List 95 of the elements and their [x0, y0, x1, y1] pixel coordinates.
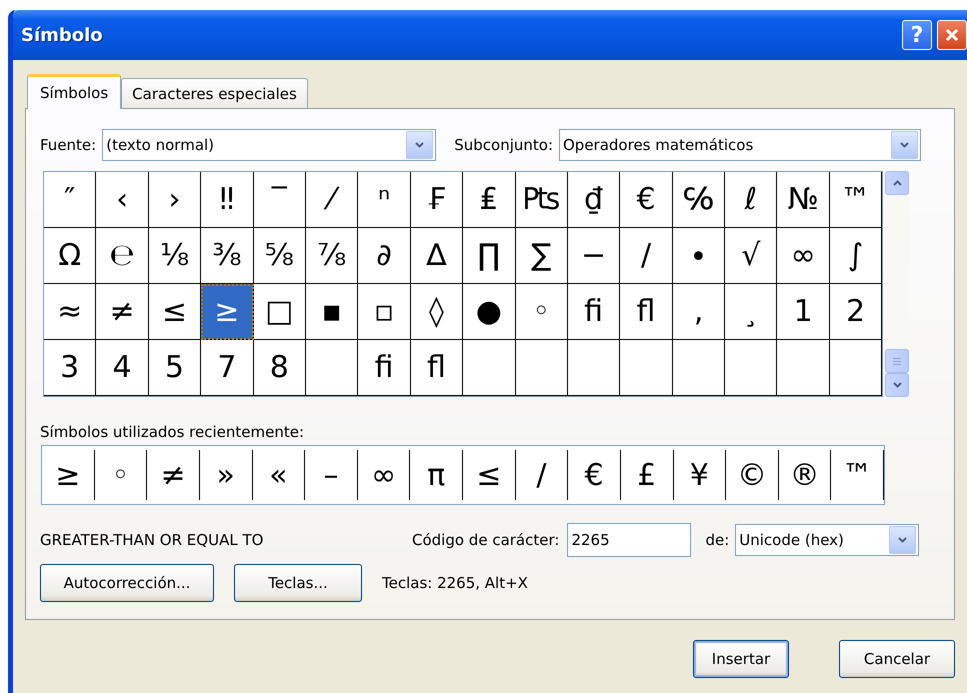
- symbol-cell[interactable]: ●: [463, 284, 516, 340]
- symbol-cell[interactable]: [306, 340, 358, 396]
- symbol-cell[interactable]: ﬁ: [568, 284, 620, 340]
- shortcut-text: Teclas: 2265, Alt+X: [382, 574, 528, 592]
- chevron-down-icon: [892, 382, 902, 388]
- symbol-cell[interactable]: ⅞: [306, 228, 358, 284]
- chevron-up-icon: [892, 180, 902, 186]
- dropdown-button[interactable]: [406, 131, 434, 159]
- symbol-cell[interactable]: 3: [44, 340, 96, 396]
- character-code-field[interactable]: 2265: [567, 523, 692, 557]
- symbol-cell[interactable]: [725, 340, 778, 396]
- symbol-cell[interactable]: ₧: [516, 172, 568, 228]
- symbol-cell[interactable]: 2: [830, 284, 882, 340]
- symbol-cell[interactable]: −: [568, 228, 620, 284]
- symbol-cell[interactable]: ₤: [463, 172, 516, 228]
- scroll-thumb[interactable]: [885, 349, 910, 373]
- symbol-cell[interactable]: ⅝: [254, 228, 306, 284]
- shortcut-key-button[interactable]: Teclas...: [234, 564, 362, 602]
- symbol-cell[interactable]: ℓ: [725, 172, 778, 228]
- symbol-cell[interactable]: ∫: [830, 228, 882, 284]
- symbol-cell[interactable]: ﬂ: [620, 284, 673, 340]
- cancel-button[interactable]: Cancelar: [839, 640, 955, 678]
- symbol-cell[interactable]: №: [777, 172, 830, 228]
- symbol-cell[interactable]: ≥: [201, 284, 254, 340]
- symbol-cell[interactable]: ¸: [725, 284, 778, 340]
- symbol-cell[interactable]: [516, 340, 568, 396]
- chevron-down-icon: [415, 142, 424, 148]
- grip-icon: [893, 358, 902, 364]
- character-code-label: Código de carácter:: [412, 531, 560, 549]
- dropdown-button[interactable]: [889, 526, 916, 554]
- symbol-cell[interactable]: [672, 340, 726, 396]
- symbol-cell[interactable]: ≈: [44, 284, 96, 340]
- subset-dropdown[interactable]: Operadores matemáticos: [559, 129, 921, 161]
- symbol-cell[interactable]: ∙: [672, 228, 726, 284]
- subset-label: Subconjunto:: [454, 136, 553, 154]
- symbol-cell[interactable]: 5: [148, 340, 202, 396]
- from-label: de:: [705, 531, 730, 549]
- help-button[interactable]: ?: [902, 20, 932, 50]
- insert-button[interactable]: Insertar: [693, 640, 789, 678]
- tab[interactable]: Caracteres especiales: [121, 78, 308, 108]
- symbol-cell[interactable]: [777, 340, 830, 396]
- symbol-cell[interactable]: ﬁ: [358, 340, 411, 396]
- symbol-cell[interactable]: Ω: [44, 228, 96, 284]
- autocorrect-button[interactable]: Autocorrección...: [40, 564, 214, 602]
- symbol-cell[interactable]: ℅: [672, 172, 726, 228]
- symbol-cell[interactable]: ∆: [410, 228, 464, 284]
- symbol-cell[interactable]: ‾: [254, 172, 306, 228]
- symbol-cell[interactable]: €: [620, 172, 673, 228]
- symbol-cell[interactable]: ⁄: [306, 172, 358, 228]
- recent-symbols-label: Símbolos utilizados recientemente:: [40, 423, 304, 441]
- symbol-cell[interactable]: ″: [44, 172, 96, 228]
- symbol-cell[interactable]: ∏: [463, 228, 516, 284]
- symbol-cell[interactable]: ⅛: [148, 228, 202, 284]
- symbol-cell[interactable]: ℮: [96, 228, 149, 284]
- encoding-dropdown[interactable]: Unicode (hex): [735, 524, 920, 556]
- character-name: GREATER-THAN OR EQUAL TO: [40, 531, 264, 549]
- close-icon: [945, 28, 959, 42]
- symbol-cell[interactable]: ™: [830, 172, 882, 228]
- close-button[interactable]: [937, 20, 967, 50]
- symbol-cell[interactable]: 8: [254, 340, 306, 396]
- symbol-cell[interactable]: ﬂ: [410, 340, 464, 396]
- symbol-cell[interactable]: ◊: [410, 284, 464, 340]
- symbol-cell[interactable]: ∕: [620, 228, 673, 284]
- symbol-cell[interactable]: ≠: [96, 284, 149, 340]
- symbol-cell[interactable]: ▪: [306, 284, 358, 340]
- symbol-cell[interactable]: [620, 340, 673, 396]
- symbol-cell[interactable]: ‚: [672, 284, 726, 340]
- symbol-cell[interactable]: ▫: [358, 284, 411, 340]
- symbol-cell[interactable]: □: [254, 284, 306, 340]
- tab[interactable]: Símbolos: [27, 74, 122, 109]
- symbol-cell[interactable]: 4: [96, 340, 149, 396]
- symbol-cell[interactable]: ⁿ: [358, 172, 411, 228]
- font-label: Fuente:: [40, 136, 96, 154]
- symbol-cell[interactable]: [568, 340, 620, 396]
- symbol-cell[interactable]: ∞: [777, 228, 830, 284]
- symbol-cell[interactable]: 1: [777, 284, 830, 340]
- symbol-cell[interactable]: ∑: [516, 228, 568, 284]
- symbol-cell[interactable]: ‼: [201, 172, 254, 228]
- window-title: Símbolo: [21, 24, 103, 46]
- font-dropdown[interactable]: (texto normal): [102, 129, 436, 161]
- scroll-down-button[interactable]: [885, 373, 910, 397]
- symbol-cell[interactable]: ₫: [568, 172, 620, 228]
- symbol-cell[interactable]: ◦: [516, 284, 568, 340]
- symbol-cell[interactable]: ∂: [358, 228, 411, 284]
- symbol-cell[interactable]: √: [725, 228, 778, 284]
- symbol-cell[interactable]: [463, 340, 516, 396]
- symbol-cell[interactable]: [830, 340, 882, 396]
- symbol-cell[interactable]: 7: [201, 340, 254, 396]
- chevron-down-icon: [900, 142, 909, 148]
- scroll-up-button[interactable]: [885, 171, 910, 195]
- symbol-cell[interactable]: ‹: [96, 172, 149, 228]
- symbol-cell[interactable]: ₣: [410, 172, 464, 228]
- symbol-cell[interactable]: ›: [148, 172, 202, 228]
- chevron-down-icon: [898, 537, 908, 543]
- dropdown-button[interactable]: [891, 131, 918, 159]
